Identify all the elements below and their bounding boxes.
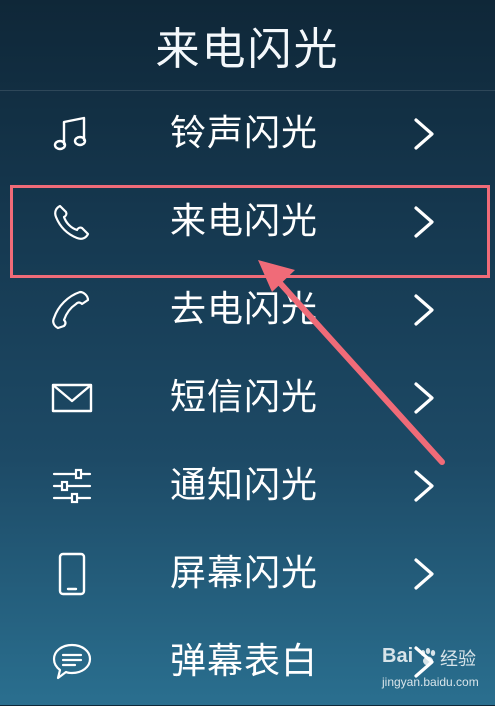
- highlight-box: [10, 185, 490, 278]
- chevron-right-icon: [414, 382, 434, 414]
- chevron-right-icon: [414, 470, 434, 502]
- menu-item-sms-flash[interactable]: 短信闪光: [0, 354, 495, 442]
- envelope-icon: [51, 383, 93, 413]
- smartphone-icon: [58, 552, 86, 596]
- chevron-right-icon: [414, 118, 434, 150]
- chevron-right-icon: [414, 558, 434, 590]
- music-note-icon: [53, 116, 87, 151]
- watermark-url: jingyan.baidu.com: [382, 675, 479, 689]
- menu-item-label: 通知闪光: [170, 465, 319, 506]
- flash-menu: 铃声闪光 来电闪光 去电闪光 短信闪光 通知闪光 屏幕闪光 弹幕表白: [0, 90, 495, 705]
- menu-item-label: 弹幕表白: [170, 641, 319, 682]
- paw-icon: [420, 648, 436, 666]
- app-header: 来电闪光: [0, 0, 495, 91]
- sliders-icon: [52, 468, 92, 504]
- menu-item-notification-flash[interactable]: 通知闪光: [0, 442, 495, 530]
- watermark: Bai 经验 jingyan.baidu.com: [382, 645, 482, 700]
- menu-item-label: 去电闪光: [170, 289, 319, 330]
- menu-item-label: 屏幕闪光: [170, 553, 319, 594]
- watermark-brand: 经验: [440, 649, 476, 670]
- menu-item-label: 短信闪光: [170, 377, 319, 418]
- chat-bubble-icon: [52, 643, 92, 680]
- chevron-right-icon: [414, 294, 434, 326]
- menu-item-screen-flash[interactable]: 屏幕闪光: [0, 530, 495, 618]
- menu-item-label: 铃声闪光: [170, 113, 319, 154]
- page-title: 来电闪光: [155, 24, 340, 75]
- watermark-logo: Bai: [382, 645, 414, 667]
- outgoing-call-icon: [52, 290, 90, 330]
- menu-item-ringtone-flash[interactable]: 铃声闪光: [0, 90, 495, 178]
- menu-item-outgoing-call-flash[interactable]: 去电闪光: [0, 266, 495, 354]
